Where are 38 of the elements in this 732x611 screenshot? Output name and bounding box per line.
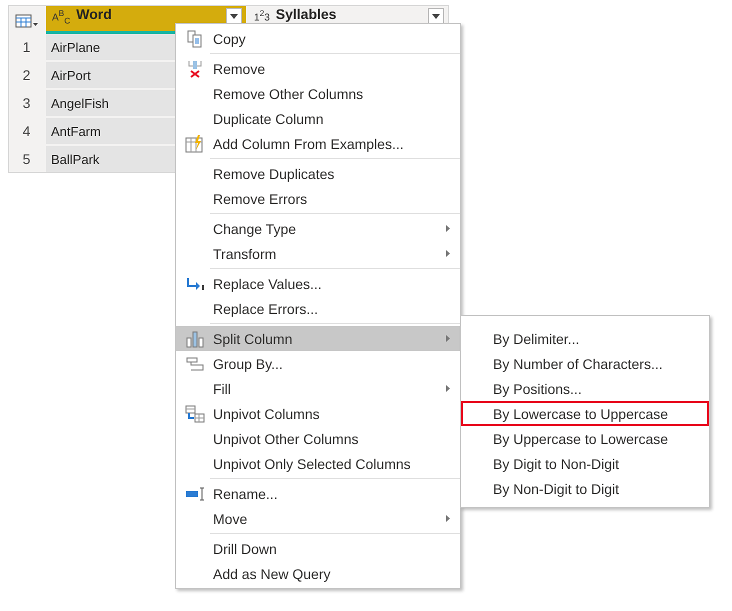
menu-item[interactable]: Drill Down	[176, 536, 460, 561]
filter-dropdown-button[interactable]	[428, 8, 444, 24]
submenu-item[interactable]: By Number of Characters...	[461, 351, 709, 376]
table-lightning-icon	[185, 134, 204, 152]
menu-item[interactable]: Split Column	[176, 326, 460, 351]
menu-item[interactable]: Rename...	[176, 481, 460, 506]
column-title: Word	[76, 8, 113, 21]
menu-item[interactable]: Fill	[176, 376, 460, 401]
menu-item[interactable]: Add as New Query	[176, 561, 460, 586]
menu-item[interactable]: Unpivot Columns	[176, 401, 460, 426]
menu-item[interactable]: Move	[176, 506, 460, 531]
menu-item[interactable]: Unpivot Only Selected Columns	[176, 451, 460, 476]
filter-dropdown-button[interactable]	[226, 8, 242, 24]
remove-column-icon	[188, 60, 202, 78]
submenu-item[interactable]: By Uppercase to Lowercase	[461, 426, 709, 451]
copy-icon	[186, 30, 202, 48]
menu-item[interactable]: Change Type	[176, 216, 460, 241]
rename-icon	[184, 486, 204, 500]
caret-icon	[432, 14, 440, 18]
column-title: Syllables	[276, 8, 338, 21]
submenu-item[interactable]: By Positions...	[461, 376, 709, 401]
menu-item[interactable]: Group By...	[176, 351, 460, 376]
submenu-item[interactable]: By Non-Digit to Digit	[461, 476, 709, 501]
replace-values-icon	[184, 276, 204, 292]
menu-item[interactable]: Unpivot Other Columns	[176, 426, 460, 451]
table-menu-icon[interactable]	[14, 14, 38, 28]
menu-item[interactable]: Replace Values...	[176, 271, 460, 296]
submenu-item[interactable]: By Digit to Non-Digit	[461, 451, 709, 476]
group-by-icon	[186, 356, 204, 370]
submenu-item[interactable]: By Lowercase to Uppercase	[461, 401, 709, 426]
menu-item[interactable]: Replace Errors...	[176, 296, 460, 321]
type-label: 1$^{2}$3	[254, 8, 270, 24]
submenu-item[interactable]: By Delimiter...	[461, 326, 709, 351]
caret-icon	[230, 14, 238, 18]
split-column-icon	[184, 330, 204, 348]
menu-item[interactable]: Remove Errors	[176, 186, 460, 211]
unpivot-icon	[184, 404, 204, 422]
menu-item[interactable]: Transform	[176, 241, 460, 266]
